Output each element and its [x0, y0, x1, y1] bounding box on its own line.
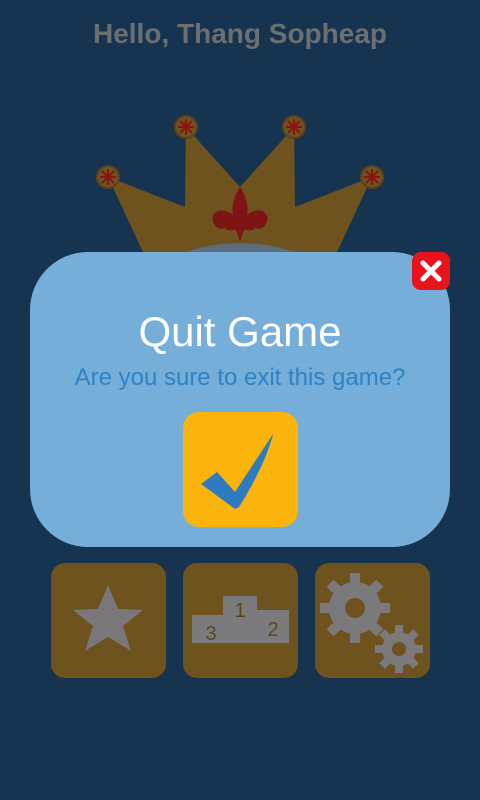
favorites-button[interactable] — [51, 563, 166, 678]
dialog-title: Quit Game — [138, 308, 342, 355]
close-x-icon — [412, 252, 450, 290]
podium-icon: 1 2 3 — [192, 596, 289, 645]
quit-dialog: Quit Game Are you sure to exit this game… — [30, 252, 450, 547]
leaderboard-button[interactable]: 1 2 3 — [183, 563, 298, 678]
close-dialog-button[interactable] — [412, 252, 450, 290]
place-2-label: 2 — [267, 619, 278, 641]
checkmark-icon — [201, 434, 273, 509]
place-3-label: 3 — [205, 623, 216, 645]
gears-icon — [320, 573, 423, 673]
greeting-text: Hello, Thang Sopheap — [92, 18, 387, 49]
dialog-message: Are you sure to exit this game? — [74, 364, 406, 391]
star-icon — [73, 585, 143, 651]
settings-button[interactable] — [315, 563, 430, 678]
place-1-label: 1 — [234, 600, 245, 622]
confirm-quit-button[interactable] — [183, 412, 298, 527]
